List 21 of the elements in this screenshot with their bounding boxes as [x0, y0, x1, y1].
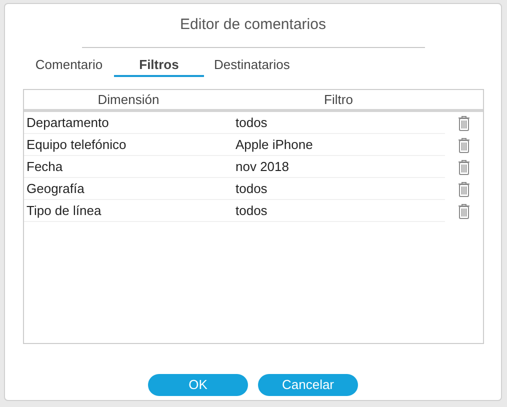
column-header: Filtro: [324, 90, 353, 109]
table-cell: Apple iPhone: [236, 136, 313, 152]
table-cell: Tipo de línea: [26, 202, 102, 218]
table-cell: Departamento: [26, 114, 109, 130]
tab[interactable]: Comentario: [24, 54, 114, 77]
table-cell: Geografía: [26, 180, 84, 196]
table-cell: todos: [236, 180, 268, 196]
table-cell: Equipo telefónico: [26, 136, 126, 152]
tab[interactable]: Filtros: [114, 54, 204, 77]
trash-icon[interactable]: [458, 137, 470, 153]
trash-icon[interactable]: [458, 115, 470, 131]
trash-icon[interactable]: [458, 181, 470, 197]
table-cell: nov 2018: [236, 158, 289, 174]
table-cell: Fecha: [26, 158, 63, 174]
table-cell: todos: [236, 114, 268, 130]
dialog-title: Editor de comentarios: [180, 15, 326, 35]
trash-icon[interactable]: [458, 203, 470, 219]
tab[interactable]: Destinatarios: [204, 54, 300, 77]
table-cell: todos: [236, 202, 268, 218]
column-header: Dimensión: [98, 90, 160, 109]
trash-icon[interactable]: [458, 159, 470, 175]
